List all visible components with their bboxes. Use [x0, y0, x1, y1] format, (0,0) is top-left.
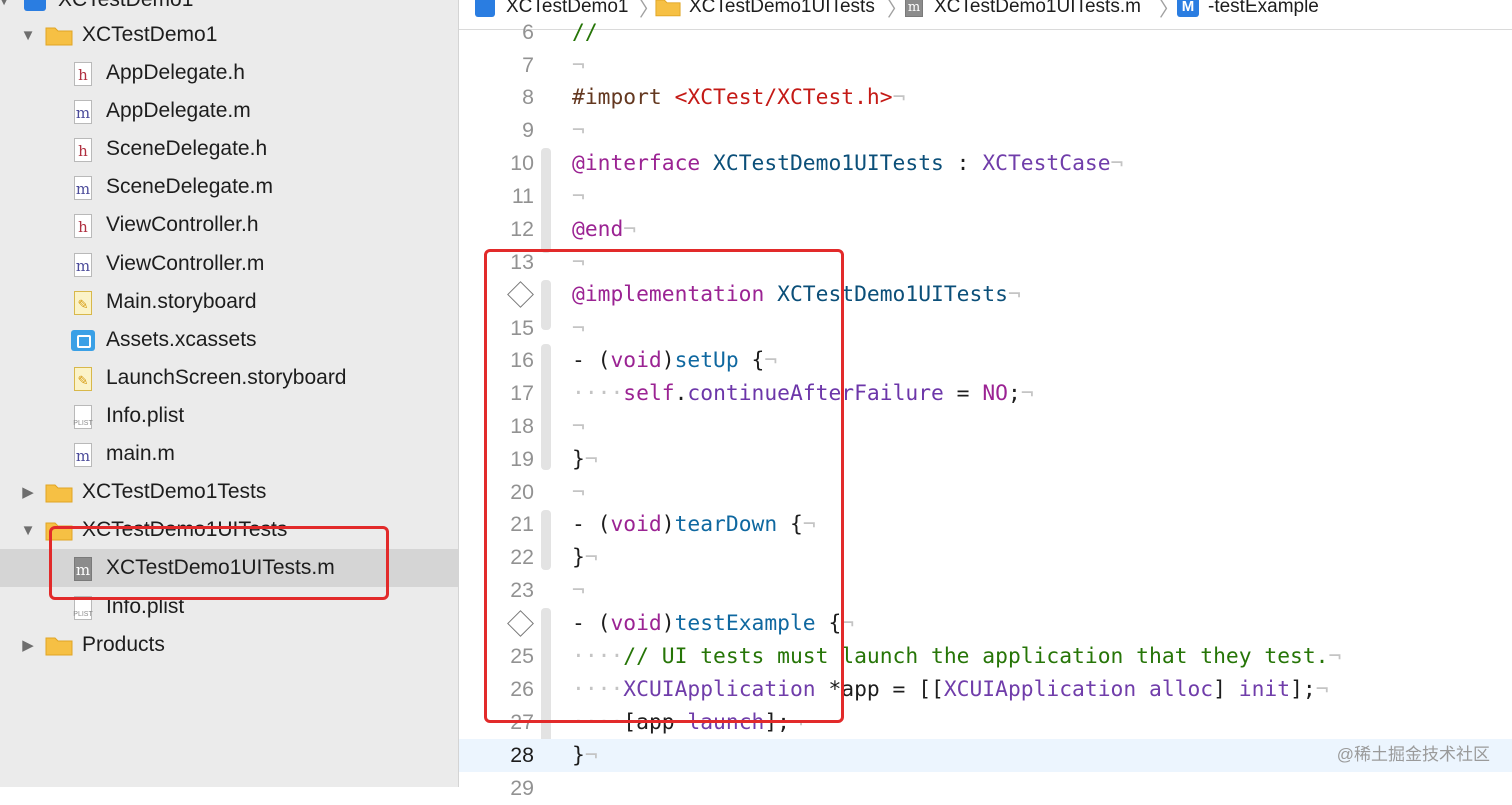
- nav-label: AppDelegate.m: [106, 99, 251, 122]
- nav-file-assets[interactable]: Assets.xcassets: [0, 321, 458, 359]
- nav-label: AppDelegate.h: [106, 61, 245, 84]
- invisible-char: ¬: [572, 53, 585, 78]
- annotation-highlight-code: [484, 249, 844, 723]
- nav-file-appdelegate-h[interactable]: h AppDelegate.h: [0, 54, 458, 92]
- nav-file-info-plist[interactable]: PLIST Info.plist: [0, 397, 458, 435]
- nav-file-main-storyboard[interactable]: ✎ Main.storyboard: [0, 283, 458, 321]
- nav-label: Products: [82, 633, 165, 656]
- method-icon: M: [1177, 0, 1199, 17]
- nav-label: Info.plist: [106, 404, 185, 427]
- nav-label: SceneDelegate.h: [106, 137, 268, 160]
- line-number: 9: [522, 118, 534, 142]
- nav-file-launchscreen[interactable]: ✎ LaunchScreen.storyboard: [0, 359, 458, 397]
- storyboard-file-icon: ✎: [74, 367, 92, 391]
- folder-icon: [45, 484, 73, 503]
- code-line[interactable]: 8 #import <XCTest/XCTest.h>¬: [459, 81, 1512, 114]
- storyboard-file-icon: ✎: [74, 291, 92, 315]
- objc-file-icon: m: [74, 443, 92, 467]
- line-number: 11: [511, 184, 534, 208]
- code-line[interactable]: 9 ¬: [459, 114, 1512, 147]
- nav-file-scenedelegate-m[interactable]: m SceneDelegate.m: [0, 168, 458, 206]
- xcode-project-icon: [475, 0, 495, 17]
- invisible-char: ¬: [572, 184, 585, 209]
- folder-icon: [45, 637, 73, 656]
- plist-file-icon: PLIST: [73, 405, 93, 429]
- disclosure-collapsed-icon[interactable]: ▶: [18, 483, 38, 501]
- nav-label: XCTestDemo1Tests: [82, 480, 267, 503]
- code-line[interactable]: 11 ¬: [459, 180, 1512, 213]
- nav-label: Assets.xcassets: [106, 328, 257, 351]
- folder-icon: [655, 0, 681, 17]
- folder-icon: [45, 27, 73, 46]
- code-line[interactable]: 7 ¬: [459, 49, 1512, 82]
- disclosure-expanded-icon[interactable]: ▼: [18, 27, 38, 44]
- code-text: @interface XCTestDemo1UITests : XCTestCa…: [572, 151, 1124, 176]
- nav-file-main-m[interactable]: m main.m: [0, 435, 458, 473]
- code-line[interactable]: 10 @interface XCTestDemo1UITests : XCTes…: [459, 147, 1512, 180]
- objc-file-icon: m: [74, 253, 92, 277]
- nav-folder-tests[interactable]: ▶ XCTestDemo1Tests: [0, 473, 458, 511]
- objc-file-icon: m: [74, 176, 92, 200]
- annotation-highlight-file: [49, 526, 389, 600]
- invisible-char: ¬: [572, 118, 585, 143]
- watermark: @稀土掘金技术社区: [1336, 745, 1490, 764]
- code-text: @end¬: [572, 217, 637, 242]
- line-number: 10: [510, 151, 534, 175]
- line-number: 28: [510, 743, 534, 767]
- line-number: 29: [510, 776, 534, 800]
- xcode-project-icon: [24, 0, 46, 11]
- disclosure-expanded-icon[interactable]: ▼: [18, 522, 38, 539]
- nav-label: ViewController.h: [106, 213, 259, 236]
- nav-folder-products[interactable]: ▶ Products: [0, 626, 458, 664]
- source-editor[interactable]: 6 // 7 ¬ 8 #import <XCTest/XCTest.h>¬ 9 …: [459, 20, 1512, 800]
- nav-file-appdelegate-m[interactable]: m AppDelegate.m: [0, 92, 458, 130]
- nav-folder-xctestdemo1[interactable]: ▼ XCTestDemo1: [0, 16, 458, 54]
- disclosure-expanded-icon[interactable]: ▼: [0, 0, 14, 9]
- nav-label: main.m: [106, 442, 175, 465]
- nav-label: SceneDelegate.m: [106, 175, 273, 198]
- nav-label: Main.storyboard: [106, 290, 257, 313]
- code-line[interactable]: 6 //: [459, 16, 1512, 49]
- line-number: 7: [522, 53, 534, 77]
- header-file-icon: h: [74, 138, 92, 162]
- header-file-icon: h: [74, 62, 92, 86]
- objc-file-icon: m: [905, 0, 923, 17]
- nav-label: LaunchScreen.storyboard: [106, 366, 347, 389]
- line-number: 12: [510, 217, 534, 241]
- nav-file-scenedelegate-h[interactable]: h SceneDelegate.h: [0, 130, 458, 168]
- disclosure-collapsed-icon[interactable]: ▶: [18, 636, 38, 654]
- header-file-icon: h: [74, 214, 92, 238]
- line-number: 8: [522, 85, 534, 109]
- code-text: #import <XCTest/XCTest.h>¬: [572, 85, 906, 110]
- nav-file-viewcontroller-m[interactable]: m ViewController.m: [0, 245, 458, 283]
- code-text: //: [572, 20, 598, 45]
- line-number: 6: [522, 20, 534, 44]
- nav-file-viewcontroller-h[interactable]: h ViewController.h: [0, 206, 458, 244]
- code-text: }¬: [572, 743, 598, 768]
- nav-label: XCTestDemo1: [82, 23, 218, 46]
- project-navigator: ▼ XCTestDemo1 ▼ XCTestDemo1 h AppDelegat…: [0, 0, 459, 787]
- code-line[interactable]: 29: [459, 772, 1512, 805]
- nav-label: ViewController.m: [106, 252, 265, 275]
- asset-catalog-icon: [71, 330, 95, 351]
- nav-label: XCTestDemo1: [58, 0, 193, 12]
- code-line[interactable]: 12 @end¬: [459, 213, 1512, 246]
- objc-file-icon: m: [74, 100, 92, 124]
